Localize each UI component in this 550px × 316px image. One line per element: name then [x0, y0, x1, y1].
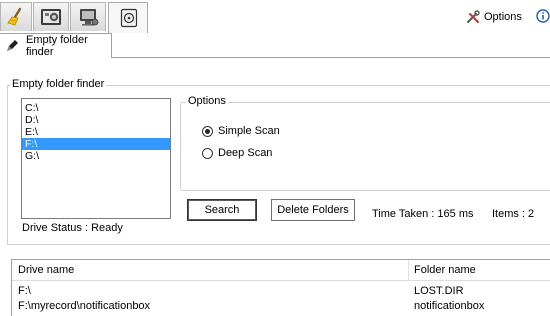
- table-cell-drive[interactable]: F:\: [18, 284, 31, 298]
- monitor-icon: [80, 9, 99, 26]
- search-button[interactable]: Search: [187, 199, 257, 221]
- drive-list[interactable]: C:\ D:\ E:\ F:\ G:\: [21, 98, 171, 219]
- options-button[interactable]: Options: [466, 9, 522, 25]
- column-header-folder-name[interactable]: Folder name: [409, 260, 550, 281]
- options-group-title: Options: [186, 95, 228, 107]
- items-count-text: Items : 2: [492, 208, 535, 220]
- disk-tab[interactable]: [108, 2, 148, 34]
- broom-icon: [7, 7, 22, 26]
- list-item[interactable]: C:\: [22, 102, 170, 114]
- subtab-label: Empty folder finder: [26, 34, 88, 58]
- tab-empty-folder-finder[interactable]: Empty folder finder: [0, 33, 112, 58]
- time-taken-text: Time Taken : 165 ms: [372, 208, 474, 220]
- system-tab[interactable]: [70, 2, 106, 31]
- cleaner-tab[interactable]: [0, 2, 32, 31]
- group-title: Empty folder finder: [10, 78, 107, 90]
- media-tab[interactable]: [33, 2, 69, 31]
- list-item[interactable]: D:\: [22, 114, 170, 126]
- table-cell-drive[interactable]: F:\myrecord\notificationbox: [18, 299, 150, 313]
- list-item[interactable]: G:\: [22, 150, 170, 162]
- drive-status-text: Drive Status : Ready: [22, 222, 123, 234]
- film-icon: [41, 9, 61, 25]
- deep-scan-radio[interactable]: [202, 148, 213, 159]
- list-item[interactable]: E:\: [22, 126, 170, 138]
- delete-folders-button[interactable]: Delete Folders: [271, 199, 355, 221]
- info-icon[interactable]: [536, 9, 550, 23]
- pencil-icon: [7, 40, 18, 51]
- table-cell-folder[interactable]: LOST.DIR: [414, 284, 464, 298]
- simple-scan-label[interactable]: Simple Scan: [218, 125, 280, 137]
- table-cell-folder[interactable]: notificationbox: [414, 299, 484, 313]
- options-label: Options: [484, 11, 522, 23]
- tools-icon: [467, 10, 480, 23]
- list-item-selected[interactable]: F:\: [22, 138, 170, 150]
- deep-scan-label[interactable]: Deep Scan: [218, 147, 272, 159]
- column-header-drive-name[interactable]: Drive name: [12, 260, 408, 281]
- simple-scan-radio[interactable]: [202, 126, 213, 137]
- disk-icon: [120, 8, 138, 28]
